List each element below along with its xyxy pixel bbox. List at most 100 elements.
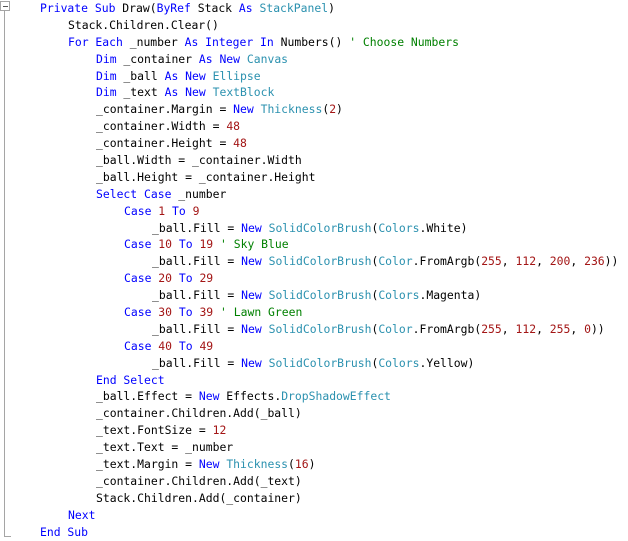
number-literal-token: 0 [584,321,591,336]
code-line: Stack.Children.Add(_container) [40,490,618,507]
code-text-token: .FromArgb( [412,254,482,269]
code-line: _ball.Fill = New SolidColorBrush(Colors.… [40,287,618,304]
type-name-token: Colors [378,220,420,235]
code-text-token: _container.Width = [96,119,227,134]
keyword-token: As Integer In [184,34,274,49]
keyword-token: Next [68,507,96,522]
keyword-token: As New [164,85,206,100]
keyword-token: To [178,237,193,252]
keyword-token: For Each [68,34,123,49]
keyword-token: Case [124,203,152,218]
code-text-token: Stack.Children.Add(_container) [96,490,302,505]
code-text-token: _number [122,34,185,49]
code-text-token: _ball [116,68,165,83]
code-text-token: ) [336,102,343,117]
code-text-token: .White) [419,220,468,235]
keyword-token: To [178,338,193,353]
keyword-token: New [241,220,262,235]
code-line: Dim _ball As New Ellipse [40,68,618,85]
code-line: _ball.Fill = New SolidColorBrush(Color.F… [40,253,618,270]
code-line: End Select [40,372,618,389]
code-text-token: .Magenta) [419,288,482,303]
number-literal-token: 48 [233,136,247,151]
code-line: _text.Margin = New Thickness(16) [40,456,618,473]
code-text-token: _ball.Fill = [152,220,242,235]
keyword-token: Private Sub [40,1,116,15]
code-line: _ball.Height = _container.Height [40,169,618,186]
code-text-token: _ball.Fill = [152,254,242,269]
collapse-toggle-icon[interactable] [0,1,10,11]
keyword-token: Dim [96,51,117,66]
code-text-token: ( [288,457,295,472]
keyword-token: As New [198,51,241,66]
code-text-token: _container.Height = [96,136,234,151]
code-line: Case 1 To 9 [40,203,618,220]
code-text-token: Stack [190,1,239,15]
comment-token: ' Lawn Green [220,305,303,320]
code-text-token: _text.FontSize = [96,423,213,438]
code-text-token: Draw( [115,1,157,15]
code-line: Case 30 To 39 ' Lawn Green [40,304,618,321]
number-literal-token: 30 [158,305,173,320]
keyword-token: End Select [96,372,165,387]
type-name-token: Thickness [260,102,323,117]
code-editor[interactable]: Private Sub Draw(ByRef Stack As StackPan… [40,0,618,541]
code-line: For Each _number As Integer In Numbers()… [40,34,618,51]
code-text-token: )) [604,254,619,269]
outline-guide [4,10,5,537]
code-line: Next [40,507,618,524]
code-line: Select Case _number [40,186,618,203]
type-name-token: StackPanel [259,1,329,15]
code-line: Case 40 To 49 [40,338,618,355]
number-literal-token: 10 [158,237,173,252]
keyword-token: New [233,102,254,117]
code-line: End Sub [40,524,618,541]
code-line: Private Sub Draw(ByRef Stack As StackPan… [40,0,618,17]
number-literal-token: 16 [294,457,309,472]
code-text-token: , [536,321,550,336]
code-text-token: _ball.Fill = [152,288,242,303]
number-literal-token: 40 [158,338,173,353]
code-line: _ball.Fill = New SolidColorBrush(Color.F… [40,321,618,338]
type-name-token: Color [378,254,413,269]
code-line: Case 20 To 29 [40,270,618,287]
code-line: _ball.Fill = New SolidColorBrush(Colors.… [40,220,618,237]
code-text-token: _text [116,85,165,100]
code-text-token: , [501,254,516,269]
number-literal-token: 112 [515,321,537,336]
code-text-token: _text.Text = _number [96,440,234,455]
type-name-token: Colors [378,288,420,303]
keyword-token: Case [124,271,152,286]
type-name-token: Color [378,321,413,336]
code-text-token: .FromArgb( [412,321,482,336]
code-text-token: , [570,254,585,269]
comment-token: ' Choose Numbers [349,34,459,49]
code-text-token: .Yellow) [419,355,475,370]
type-name-token: Ellipse [212,68,261,83]
code-line: _container.Children.Add(_text) [40,473,618,490]
outline-guide-end [4,536,11,537]
code-text-token: _number [171,186,227,201]
code-text-token: ) [308,457,316,472]
code-text-token: )) [590,321,605,336]
code-line: _container.Children.Add(_ball) [40,405,618,422]
number-literal-token: 200 [549,254,571,269]
keyword-token: Case [124,338,152,353]
keyword-token: Case [124,237,152,252]
number-literal-token: 39 [199,305,214,320]
type-name-token: SolidColorBrush [268,254,372,269]
keyword-token: End Sub [40,524,89,539]
code-text-token: _ball.Width = _container.Width [96,153,302,168]
number-literal-token: 255 [481,321,502,336]
number-literal-token: 255 [549,321,571,336]
code-text-token: Effects. [219,389,282,404]
code-text-token: Stack.Children.Clear() [68,17,219,32]
keyword-token: As [238,1,253,15]
type-name-token: Thickness [226,457,289,472]
keyword-token: Dim [96,68,117,83]
comment-token: ' Sky Blue [220,237,289,252]
